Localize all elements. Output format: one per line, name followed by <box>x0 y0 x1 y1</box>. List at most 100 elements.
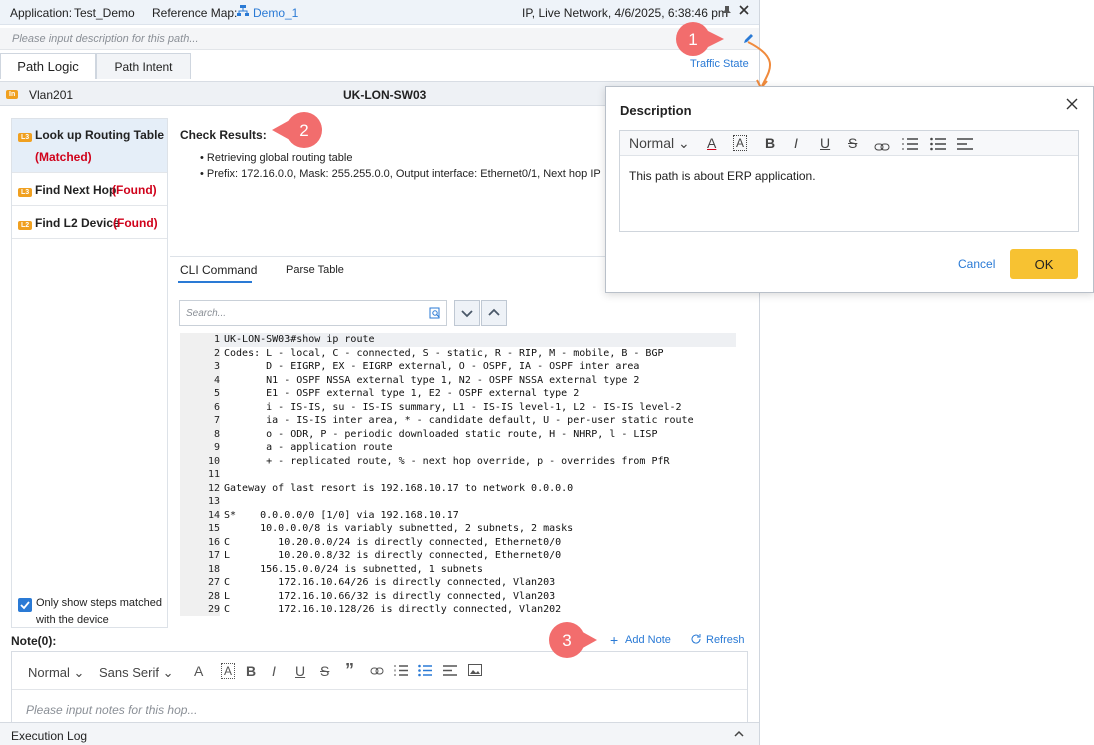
ordered-list-icon[interactable] <box>394 664 408 680</box>
code-line: 10 + - replicated route, % - next hop ov… <box>180 454 736 468</box>
strikethrough-icon[interactable]: S <box>320 663 329 679</box>
line-number: 9 <box>180 441 220 455</box>
dialog-title: Description <box>620 103 692 118</box>
search-icon[interactable] <box>429 307 441 322</box>
line-number: 14 <box>180 508 220 522</box>
pin-icon[interactable] <box>722 5 732 20</box>
reference-map-link[interactable]: Demo_1 <box>253 6 298 20</box>
code-line: 29 C 172.16.10.128/26 is directly connect… <box>180 603 736 616</box>
line-number: 1 <box>180 333 220 347</box>
code-line: 3 D - EIGRP, EX - EIGRP external, O - OS… <box>180 360 736 374</box>
line-number: 8 <box>180 427 220 441</box>
italic-icon[interactable]: I <box>272 663 276 679</box>
description-bar[interactable]: Please input description for this path..… <box>0 28 759 50</box>
line-number: 28 <box>180 589 220 603</box>
callout-3: 3 <box>545 622 597 658</box>
italic-icon[interactable]: I <box>794 135 798 151</box>
close-icon[interactable] <box>738 4 750 19</box>
notes-editor[interactable]: Normal ⌄ Sans Serif ⌄ A A B I U S ” Plea… <box>11 651 748 726</box>
strikethrough-icon[interactable]: S <box>848 135 857 151</box>
check-results-title: Check Results: <box>180 128 267 142</box>
refresh-icon[interactable] <box>690 633 702 648</box>
search-placeholder: Search... <box>186 308 227 319</box>
step-label: Find L2 Device <box>35 216 120 230</box>
step-status: (Found) <box>112 183 157 197</box>
cancel-button[interactable]: Cancel <box>958 257 995 271</box>
underline-icon[interactable]: U <box>820 135 830 151</box>
line-number: 7 <box>180 414 220 428</box>
callout-2: 2 <box>272 112 322 148</box>
cli-output[interactable]: 1 UK-LON-SW03#show ip route 2 Codes: L - lo… <box>180 333 736 616</box>
bold-icon[interactable]: B <box>246 663 256 679</box>
format-select[interactable]: Normal ⌄ <box>28 665 84 681</box>
highlight-icon[interactable]: A <box>221 663 236 679</box>
line-text: C 10.20.0.0/24 is directly connected, Et… <box>224 536 562 548</box>
tab-cli-command[interactable]: CLI Command <box>180 263 257 277</box>
text-color-icon[interactable]: A <box>194 663 203 679</box>
description-editor[interactable]: Normal ⌄ A A B I U S This path is about … <box>619 130 1079 232</box>
align-left-icon[interactable] <box>957 137 973 154</box>
line-text: 156.15.0.0/24 is subnetted, 1 subnets <box>224 563 483 575</box>
notes-toolbar: Normal ⌄ Sans Serif ⌄ A A B I U S ” <box>12 652 747 690</box>
hop-interface: Vlan201 <box>29 88 74 102</box>
code-line: 14 S* 0.0.0.0/0 [1/0] via 192.168.10.17 <box>180 508 736 522</box>
bold-icon[interactable]: B <box>765 135 775 151</box>
step-item-routing-table[interactable]: L3 Look up Routing Table (Matched) <box>12 119 167 173</box>
underline-icon[interactable]: U <box>295 663 305 679</box>
code-line: 16 C 10.20.0.0/24 is directly connected, … <box>180 535 736 549</box>
line-text: i - IS-IS, su - IS-IS summary, L1 - IS-I… <box>224 401 682 413</box>
callout-number: 3 <box>562 631 572 650</box>
code-line: 8 o - ODR, P - periodic downloaded stati… <box>180 427 736 441</box>
map-icon <box>236 4 250 21</box>
step-label: Find Next Hop <box>35 183 117 197</box>
tab-path-logic[interactable]: Path Logic <box>0 53 96 79</box>
code-line: 11 <box>180 468 736 482</box>
line-number: 6 <box>180 400 220 414</box>
tab-parse-table[interactable]: Parse Table <box>286 264 344 276</box>
chevron-up-icon[interactable] <box>733 728 745 743</box>
line-number: 11 <box>180 468 220 482</box>
execution-log-bar[interactable]: Execution Log <box>0 722 759 745</box>
dialog-close-icon[interactable] <box>1066 98 1078 113</box>
code-line: 6 i - IS-IS, su - IS-IS summary, L1 - IS… <box>180 400 736 414</box>
code-line: 27 C 172.16.10.64/26 is directly connecte… <box>180 576 736 590</box>
application-label: Application: <box>10 6 73 20</box>
add-note-button[interactable]: Add Note <box>625 634 671 646</box>
code-line: 1 UK-LON-SW03#show ip route <box>180 333 736 347</box>
step-item-l2-device[interactable]: L2 Find L2 Device (Found) <box>12 206 167 239</box>
plus-icon[interactable]: + <box>610 632 618 648</box>
prev-match-button[interactable] <box>481 300 507 326</box>
image-icon[interactable] <box>468 664 482 679</box>
align-left-icon[interactable] <box>443 664 457 680</box>
text-color-icon[interactable]: A <box>707 135 716 151</box>
step-item-next-hop[interactable]: L3 Find Next Hop (Found) <box>12 173 167 206</box>
font-select[interactable]: Sans Serif ⌄ <box>99 665 174 681</box>
code-line: 15 10.0.0.0/8 is variably subnetted, 2 s… <box>180 522 736 536</box>
line-text: L 10.20.0.8/32 is directly connected, Et… <box>224 550 562 561</box>
only-matched-checkbox[interactable] <box>18 598 32 612</box>
tab-path-intent[interactable]: Path Intent <box>96 53 191 79</box>
line-number: 18 <box>180 562 220 576</box>
format-select[interactable]: Normal ⌄ <box>629 135 690 152</box>
next-match-button[interactable] <box>454 300 480 326</box>
line-text: ia - IS-IS inter area, * - candidate def… <box>224 415 694 426</box>
line-number: 16 <box>180 535 220 549</box>
highlight-icon[interactable]: A <box>733 135 748 151</box>
description-dialog: Description Normal ⌄ A A B I U S This pa… <box>605 86 1094 293</box>
notes-title: Note(0): <box>11 634 57 648</box>
line-text: + - replicated route, % - next hop overr… <box>224 455 670 467</box>
line-text: S* 0.0.0.0/0 [1/0] via 192.168.10.17 <box>224 509 459 521</box>
code-line: 2 Codes: L - local, C - connected, S - st… <box>180 346 736 360</box>
description-placeholder: Please input description for this path..… <box>12 33 199 45</box>
bullet-list-icon[interactable] <box>418 664 432 680</box>
ordered-list-icon[interactable] <box>902 137 918 154</box>
refresh-button[interactable]: Refresh <box>706 634 745 646</box>
search-input[interactable]: Search... <box>179 300 447 326</box>
link-icon[interactable] <box>370 665 384 679</box>
bullet-list-icon[interactable] <box>930 137 946 154</box>
line-text: E1 - OSPF external type 1, E2 - OSPF ext… <box>224 388 580 399</box>
link-icon[interactable] <box>874 139 890 155</box>
in-badge: In <box>6 90 19 100</box>
ok-button[interactable]: OK <box>1010 249 1078 279</box>
quote-icon[interactable]: ” <box>345 660 354 681</box>
